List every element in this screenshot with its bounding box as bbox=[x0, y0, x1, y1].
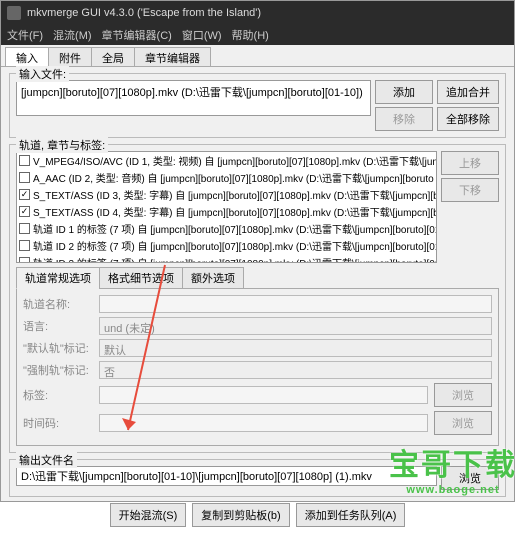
tab-global[interactable]: 全局 bbox=[91, 47, 135, 66]
output-group: 输出文件名 浏览 bbox=[9, 459, 506, 497]
input-files-group: 输入文件: [jumpcn][boruto][07][1080p].mkv (D… bbox=[9, 73, 506, 138]
track-checkbox[interactable] bbox=[19, 189, 30, 200]
default-track-label: "默认轨"标记: bbox=[23, 340, 93, 356]
main-tabs: 输入 附件 全局 章节编辑器 bbox=[1, 45, 514, 67]
menu-mux[interactable]: 混流(M) bbox=[53, 27, 92, 43]
move-up-button[interactable]: 上移 bbox=[441, 151, 499, 175]
add-queue-button[interactable]: 添加到任务队列(A) bbox=[296, 503, 406, 527]
tab-input[interactable]: 输入 bbox=[5, 47, 49, 66]
tab-attach[interactable]: 附件 bbox=[48, 47, 92, 66]
track-text: S_TEXT/ASS (ID 4, 类型: 字幕) 自 [jumpcn][bor… bbox=[33, 204, 437, 219]
timecodes-input[interactable] bbox=[99, 414, 428, 432]
add-button[interactable]: 添加 bbox=[375, 80, 433, 104]
track-text: 轨道 ID 2 的标签 (7 项) 自 [jumpcn][boruto][07]… bbox=[33, 238, 437, 253]
remove-button[interactable]: 移除 bbox=[375, 107, 433, 131]
timecodes-label: 时间码: bbox=[23, 415, 93, 431]
remove-all-button[interactable]: 全部移除 bbox=[437, 107, 499, 131]
tracks-list[interactable]: V_MPEG4/ISO/AVC (ID 1, 类型: 视频) 自 [jumpcn… bbox=[16, 151, 437, 263]
output-label: 输出文件名 bbox=[16, 452, 77, 468]
tags-browse-button[interactable]: 浏览 bbox=[434, 383, 492, 407]
track-checkbox[interactable] bbox=[19, 172, 30, 183]
bottom-buttons: 开始混流(S) 复制到剪贴板(b) 添加到任务队列(A) bbox=[9, 503, 506, 527]
menu-help[interactable]: 帮助(H) bbox=[232, 27, 269, 43]
forced-track-select[interactable]: 否 bbox=[99, 361, 492, 379]
track-item[interactable]: A_AAC (ID 2, 类型: 音频) 自 [jumpcn][boruto][… bbox=[17, 169, 436, 186]
track-item[interactable]: S_TEXT/ASS (ID 3, 类型: 字幕) 自 [jumpcn][bor… bbox=[17, 186, 436, 203]
tags-label: 标签: bbox=[23, 387, 93, 403]
track-text: A_AAC (ID 2, 类型: 音频) 自 [jumpcn][boruto][… bbox=[33, 170, 434, 185]
output-browse-button[interactable]: 浏览 bbox=[441, 466, 499, 490]
track-option-tabs: 轨道常规选项 格式细节选项 额外选项 bbox=[16, 267, 499, 289]
tracks-group: 轨道, 章节与标签: V_MPEG4/ISO/AVC (ID 1, 类型: 视频… bbox=[9, 144, 506, 453]
menu-window[interactable]: 窗口(W) bbox=[182, 27, 222, 43]
track-checkbox[interactable] bbox=[19, 257, 30, 263]
tab-track-extra[interactable]: 额外选项 bbox=[182, 267, 244, 289]
track-item[interactable]: V_MPEG4/ISO/AVC (ID 1, 类型: 视频) 自 [jumpcn… bbox=[17, 152, 436, 169]
track-text: V_MPEG4/ISO/AVC (ID 1, 类型: 视频) 自 [jumpcn… bbox=[33, 153, 437, 168]
window-title: mkvmerge GUI v4.3.0 ('Escape from the Is… bbox=[27, 7, 261, 19]
track-text: 轨道 ID 1 的标签 (7 项) 自 [jumpcn][boruto][07]… bbox=[33, 221, 437, 236]
track-name-input[interactable] bbox=[99, 295, 492, 313]
track-checkbox[interactable] bbox=[19, 223, 30, 234]
move-down-button[interactable]: 下移 bbox=[441, 178, 499, 202]
default-track-select[interactable]: 默认 bbox=[99, 339, 492, 357]
track-checkbox[interactable] bbox=[19, 240, 30, 251]
menubar: 文件(F) 混流(M) 章节编辑器(C) 窗口(W) 帮助(H) bbox=[1, 25, 514, 45]
copy-clipboard-button[interactable]: 复制到剪贴板(b) bbox=[192, 503, 289, 527]
track-item[interactable]: 轨道 ID 2 的标签 (7 项) 自 [jumpcn][boruto][07]… bbox=[17, 237, 436, 254]
tab-chapter-editor[interactable]: 章节编辑器 bbox=[134, 47, 211, 66]
app-window: mkvmerge GUI v4.3.0 ('Escape from the Is… bbox=[0, 0, 515, 502]
track-name-label: 轨道名称: bbox=[23, 296, 93, 312]
tab-track-general[interactable]: 轨道常规选项 bbox=[16, 267, 100, 289]
language-label: 语言: bbox=[23, 318, 93, 334]
tags-input[interactable] bbox=[99, 386, 428, 404]
input-files-label: 输入文件: bbox=[16, 66, 69, 82]
track-item[interactable]: S_TEXT/ASS (ID 4, 类型: 字幕) 自 [jumpcn][bor… bbox=[17, 203, 436, 220]
track-item[interactable]: 轨道 ID 1 的标签 (7 项) 自 [jumpcn][boruto][07]… bbox=[17, 220, 436, 237]
track-text: S_TEXT/ASS (ID 3, 类型: 字幕) 自 [jumpcn][bor… bbox=[33, 187, 437, 202]
menu-file[interactable]: 文件(F) bbox=[7, 27, 43, 43]
append-button[interactable]: 追加合并 bbox=[437, 80, 499, 104]
tracks-label: 轨道, 章节与标签: bbox=[16, 137, 108, 153]
track-item[interactable]: 轨道 ID 3 的标签 (7 项) 自 [jumpcn][boruto][07]… bbox=[17, 254, 436, 263]
language-select[interactable]: und (未定) bbox=[99, 317, 492, 335]
timecodes-browse-button[interactable]: 浏览 bbox=[434, 411, 492, 435]
track-checkbox[interactable] bbox=[19, 155, 30, 166]
input-files-list[interactable]: [jumpcn][boruto][07][1080p].mkv (D:\迅雷下载… bbox=[16, 80, 371, 116]
output-file-input[interactable] bbox=[16, 466, 437, 486]
track-text: 轨道 ID 3 的标签 (7 项) 自 [jumpcn][boruto][07]… bbox=[33, 255, 437, 263]
track-options-panel: 轨道名称: 语言: und (未定) "默认轨"标记: 默认 "强制轨"标记: … bbox=[16, 288, 499, 446]
menu-chapter[interactable]: 章节编辑器(C) bbox=[102, 27, 172, 43]
track-checkbox[interactable] bbox=[19, 206, 30, 217]
forced-track-label: "强制轨"标记: bbox=[23, 362, 93, 378]
tab-track-format[interactable]: 格式细节选项 bbox=[99, 267, 183, 289]
app-icon bbox=[7, 6, 21, 20]
start-mux-button[interactable]: 开始混流(S) bbox=[110, 503, 187, 527]
content-area: 输入文件: [jumpcn][boruto][07][1080p].mkv (D… bbox=[1, 67, 514, 533]
titlebar: mkvmerge GUI v4.3.0 ('Escape from the Is… bbox=[1, 1, 514, 25]
